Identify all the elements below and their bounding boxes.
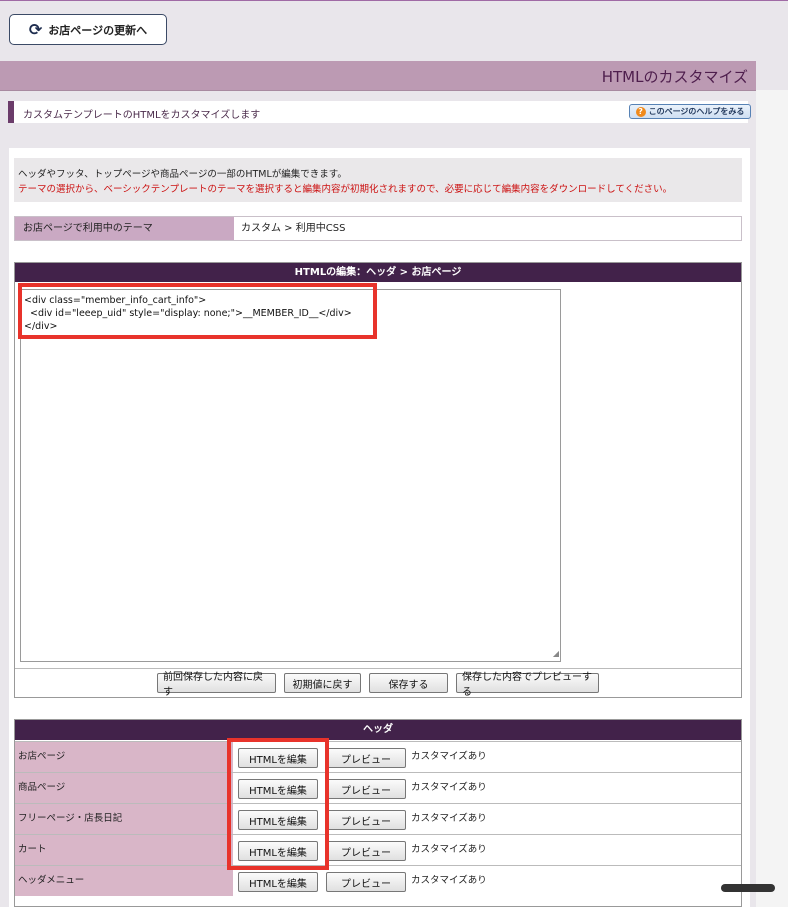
row-status: カスタマイズあり: [411, 782, 487, 793]
header-section-heading: ヘッダ: [15, 720, 741, 740]
help-button[interactable]: ? このページのヘルプをみる: [629, 104, 751, 119]
table-row: 商品ページ HTMLを編集 プレビュー カスタマイズあり: [15, 772, 741, 803]
divider: [15, 668, 741, 669]
preview-button[interactable]: プレビュー: [326, 872, 406, 892]
info-box: ヘッダやフッタ、トップページや商品ページの一部のHTMLが編集できます。 テーマ…: [14, 158, 742, 202]
row-status: カスタマイズあり: [411, 844, 487, 855]
theme-row: お店ページで利用中のテーマ カスタム > 利用中CSS: [14, 216, 742, 241]
edit-html-button[interactable]: HTMLを編集: [238, 872, 318, 892]
right-gutter: [756, 90, 788, 907]
update-store-page-button[interactable]: ⟳ お店ページの更新へ: [9, 14, 167, 45]
row-label: 商品ページ: [15, 773, 233, 803]
preview-button[interactable]: プレビュー: [326, 779, 406, 799]
table-row: お店ページ HTMLを編集 プレビュー カスタマイズあり: [15, 741, 741, 772]
row-label: ヘッダメニュー: [15, 866, 233, 896]
editor-heading: HTMLの編集：ヘッダ > お店ページ: [15, 263, 741, 282]
editor-button-row: 前回保存した内容に戻す 初期値に戻す 保存する 保存した内容でプレビューする: [15, 672, 741, 698]
row-label: フリーページ・店長日記: [15, 804, 233, 834]
html-editor-section: HTMLの編集：ヘッダ > お店ページ <div class="member_i…: [14, 262, 742, 698]
preview-button[interactable]: プレビュー: [326, 841, 406, 861]
table-row: ヘッダメニュー HTMLを編集 プレビュー カスタマイズあり: [15, 865, 741, 896]
preview-button[interactable]: プレビュー: [326, 810, 406, 830]
highlight-box: [18, 283, 377, 339]
save-button[interactable]: 保存する: [369, 673, 448, 693]
revert-last-save-button[interactable]: 前回保存した内容に戻す: [157, 672, 276, 698]
info-text: ヘッダやフッタ、トップページや商品ページの一部のHTMLが編集できます。: [18, 169, 347, 180]
row-label: カート: [15, 835, 233, 865]
help-label: このページのヘルプをみる: [648, 107, 745, 116]
theme-label: お店ページで利用中のテーマ: [15, 217, 234, 240]
subheader-text: カスタムテンプレートのHTMLをカスタマイズします: [23, 110, 261, 121]
row-status: カスタマイズあり: [411, 751, 487, 762]
row-label: お店ページ: [15, 742, 233, 772]
row-status: カスタマイズあり: [411, 875, 487, 886]
table-row: フリーページ・店長日記 HTMLを編集 プレビュー カスタマイズあり: [15, 803, 741, 834]
warning-text: テーマの選択から、ベーシックテンプレートのテーマを選択すると編集内容が初期化され…: [18, 184, 673, 195]
highlight-box: [227, 738, 329, 870]
html-code-textarea[interactable]: <div class="member_info_cart_info"> <div…: [20, 289, 561, 662]
table-row: カート HTMLを編集 プレビュー カスタマイズあり: [15, 834, 741, 865]
reset-default-button[interactable]: 初期値に戻す: [284, 673, 361, 693]
preview-saved-button[interactable]: 保存した内容でプレビューする: [456, 672, 599, 698]
resize-handle-icon[interactable]: ◢: [553, 647, 559, 660]
page-title: HTMLのカスタマイズ: [601, 68, 748, 86]
theme-value: カスタム > 利用中CSS: [241, 223, 346, 234]
scrollbar-thumb[interactable]: [721, 884, 775, 892]
title-bar: HTMLのカスタマイズ: [0, 61, 756, 91]
update-store-page-label: お店ページの更新へ: [48, 23, 148, 37]
top-border: [0, 0, 788, 1]
subheader: カスタムテンプレートのHTMLをカスタマイズします ? このページのヘルプをみる: [8, 101, 751, 123]
header-section: ヘッダ お店ページ HTMLを編集 プレビュー カスタマイズあり 商品ページ H…: [14, 719, 742, 907]
question-icon: ?: [635, 106, 646, 117]
row-status: カスタマイズあり: [411, 813, 487, 824]
preview-button[interactable]: プレビュー: [326, 748, 406, 768]
refresh-icon: ⟳: [28, 20, 43, 39]
